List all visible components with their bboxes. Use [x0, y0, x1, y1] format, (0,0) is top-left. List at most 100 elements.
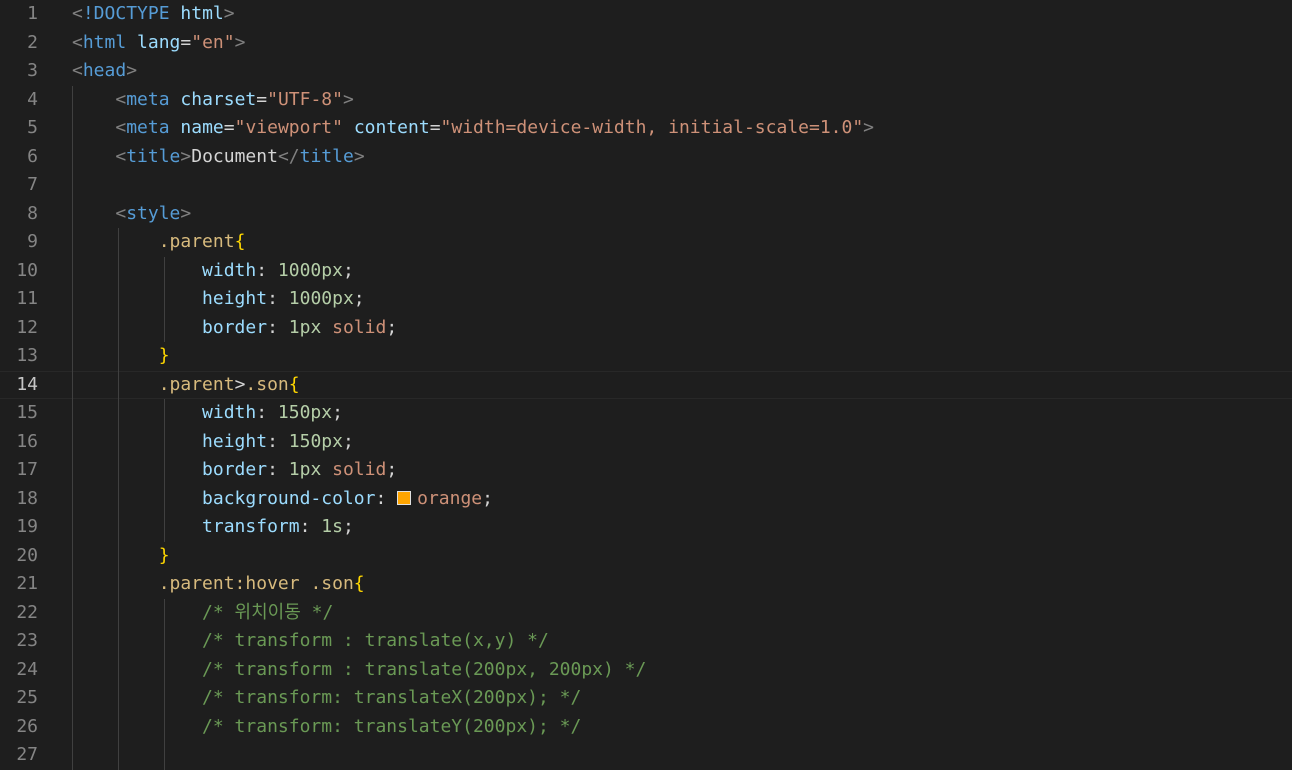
code-text: /* transform : translate(x,y) */ [72, 627, 549, 656]
token-attr: charset [180, 88, 257, 110]
token-tag: html [82, 31, 127, 53]
code-line[interactable]: 17 border: 1px solid; [0, 456, 1292, 485]
code-text: border: 1px solid; [72, 314, 397, 343]
line-number: 3 [27, 60, 38, 81]
code-line[interactable]: 18 background-color: orange; [0, 485, 1292, 514]
code-line[interactable]: 6 <title>Document</title> [0, 143, 1292, 172]
token-text: > [234, 373, 246, 395]
line-number: 2 [27, 31, 38, 53]
line-number: 10 [16, 259, 38, 281]
code-line[interactable]: 27 [0, 741, 1292, 770]
token-punct: > [180, 145, 192, 167]
color-swatch-icon[interactable] [397, 490, 412, 505]
token-kw: solid [332, 459, 387, 480]
code-line[interactable]: 9 .parent{ [0, 228, 1292, 257]
code-line[interactable]: 12 border: 1px solid; [0, 314, 1292, 343]
line-number: 7 [27, 174, 38, 195]
code-line[interactable]: 26 /* transform: translateY(200px); */ [0, 713, 1292, 742]
code-text: <head> [72, 57, 137, 86]
code-text: /* transform : translate(200px, 200px) *… [72, 656, 646, 685]
token-num: 1px [288, 459, 322, 480]
code-text: height: 1000px; [72, 285, 365, 314]
code-editor[interactable]: 1 <!DOCTYPE html> 2 <html lang="en"> 3 <head>… [0, 0, 1292, 770]
token-num: 1px [288, 316, 322, 338]
line-number: 20 [16, 544, 38, 566]
code-line[interactable]: 16 height: 150px; [0, 428, 1292, 457]
token-text: ; [342, 430, 354, 452]
code-line[interactable]: 8 <style> [0, 200, 1292, 229]
code-line[interactable]: 20 } [0, 542, 1292, 571]
indent-guide [118, 228, 119, 770]
token-punct: < [115, 88, 127, 110]
line-number: 17 [16, 459, 38, 480]
token-text: : [267, 288, 289, 309]
token-num: 1000px [288, 288, 354, 309]
token-punct: > [223, 3, 235, 24]
line-number: 1 [27, 3, 38, 24]
line-number: 5 [27, 117, 38, 138]
token-text: Document [191, 145, 278, 167]
code-text: <style> [72, 200, 191, 229]
code-text: height: 150px; [72, 428, 354, 457]
code-line[interactable]: 19 transform: 1s; [0, 513, 1292, 542]
token-text: : [256, 259, 278, 281]
token-tag: !DOCTYPE [82, 3, 170, 24]
token-punct: > [342, 88, 354, 110]
token-sel: .son [245, 373, 289, 395]
code-line[interactable]: 3 <head> [0, 57, 1292, 86]
code-line[interactable]: 2 <html lang="en"> [0, 29, 1292, 58]
code-text: background-color: orange; [72, 485, 493, 514]
token-num: 1000px [277, 259, 343, 281]
token-text: = [256, 88, 268, 110]
code-text: <!DOCTYPE html> [72, 0, 235, 29]
code-text: <title>Document</title> [72, 143, 364, 172]
code-line[interactable]: 11 height: 1000px; [0, 285, 1292, 314]
token-tag: style [126, 202, 181, 224]
line-number: 11 [16, 288, 38, 309]
line-number: 12 [16, 316, 38, 338]
token-brace: { [353, 573, 365, 594]
code-line[interactable]: 1 <!DOCTYPE html> [0, 0, 1292, 29]
line-number: 26 [16, 715, 38, 737]
code-line[interactable]: 25 /* transform: translateX(200px); */ [0, 684, 1292, 713]
code-line[interactable]: 10 width: 1000px; [0, 257, 1292, 286]
code-line[interactable]: 15 width: 150px; [0, 399, 1292, 428]
token-punct: < [115, 145, 127, 167]
token-prop: transform [202, 516, 300, 537]
code-line[interactable]: 7 [0, 171, 1292, 200]
code-line[interactable]: 14 .parent>.son{ [0, 370, 1292, 399]
code-line[interactable]: 23 /* transform : translate(x,y) */ [0, 627, 1292, 656]
token-num: 1s [321, 516, 343, 537]
code-text: width: 150px; [72, 399, 343, 428]
token-comment: /* transform : translate(200px, 200px) *… [202, 658, 647, 680]
token-punct: < [72, 60, 83, 81]
token-comment: /* transform: translateY(200px); */ [202, 715, 582, 737]
code-line[interactable]: 4 <meta charset="UTF-8"> [0, 86, 1292, 115]
token-punct: > [863, 117, 875, 138]
code-line[interactable]: 5 <meta name="viewport" content="width=d… [0, 114, 1292, 143]
token-comment: /* 위치이동 */ [202, 601, 334, 623]
code-text: .parent>.son{ [72, 372, 300, 399]
code-line[interactable]: 22 /* 위치이동 */ [0, 599, 1292, 628]
code-line[interactable]: 24 /* transform : translate(200px, 200px… [0, 656, 1292, 685]
token-sel: .son [310, 573, 354, 594]
code-line[interactable]: 21 .parent:hover .son{ [0, 570, 1292, 599]
code-line[interactable]: 13 } [0, 342, 1292, 371]
code-text: <meta name="viewport" content="width=dev… [72, 114, 874, 143]
token-prop: height [202, 430, 268, 452]
line-number: 6 [27, 145, 38, 167]
line-number: 18 [16, 487, 38, 509]
token-sel: .parent [158, 231, 235, 252]
